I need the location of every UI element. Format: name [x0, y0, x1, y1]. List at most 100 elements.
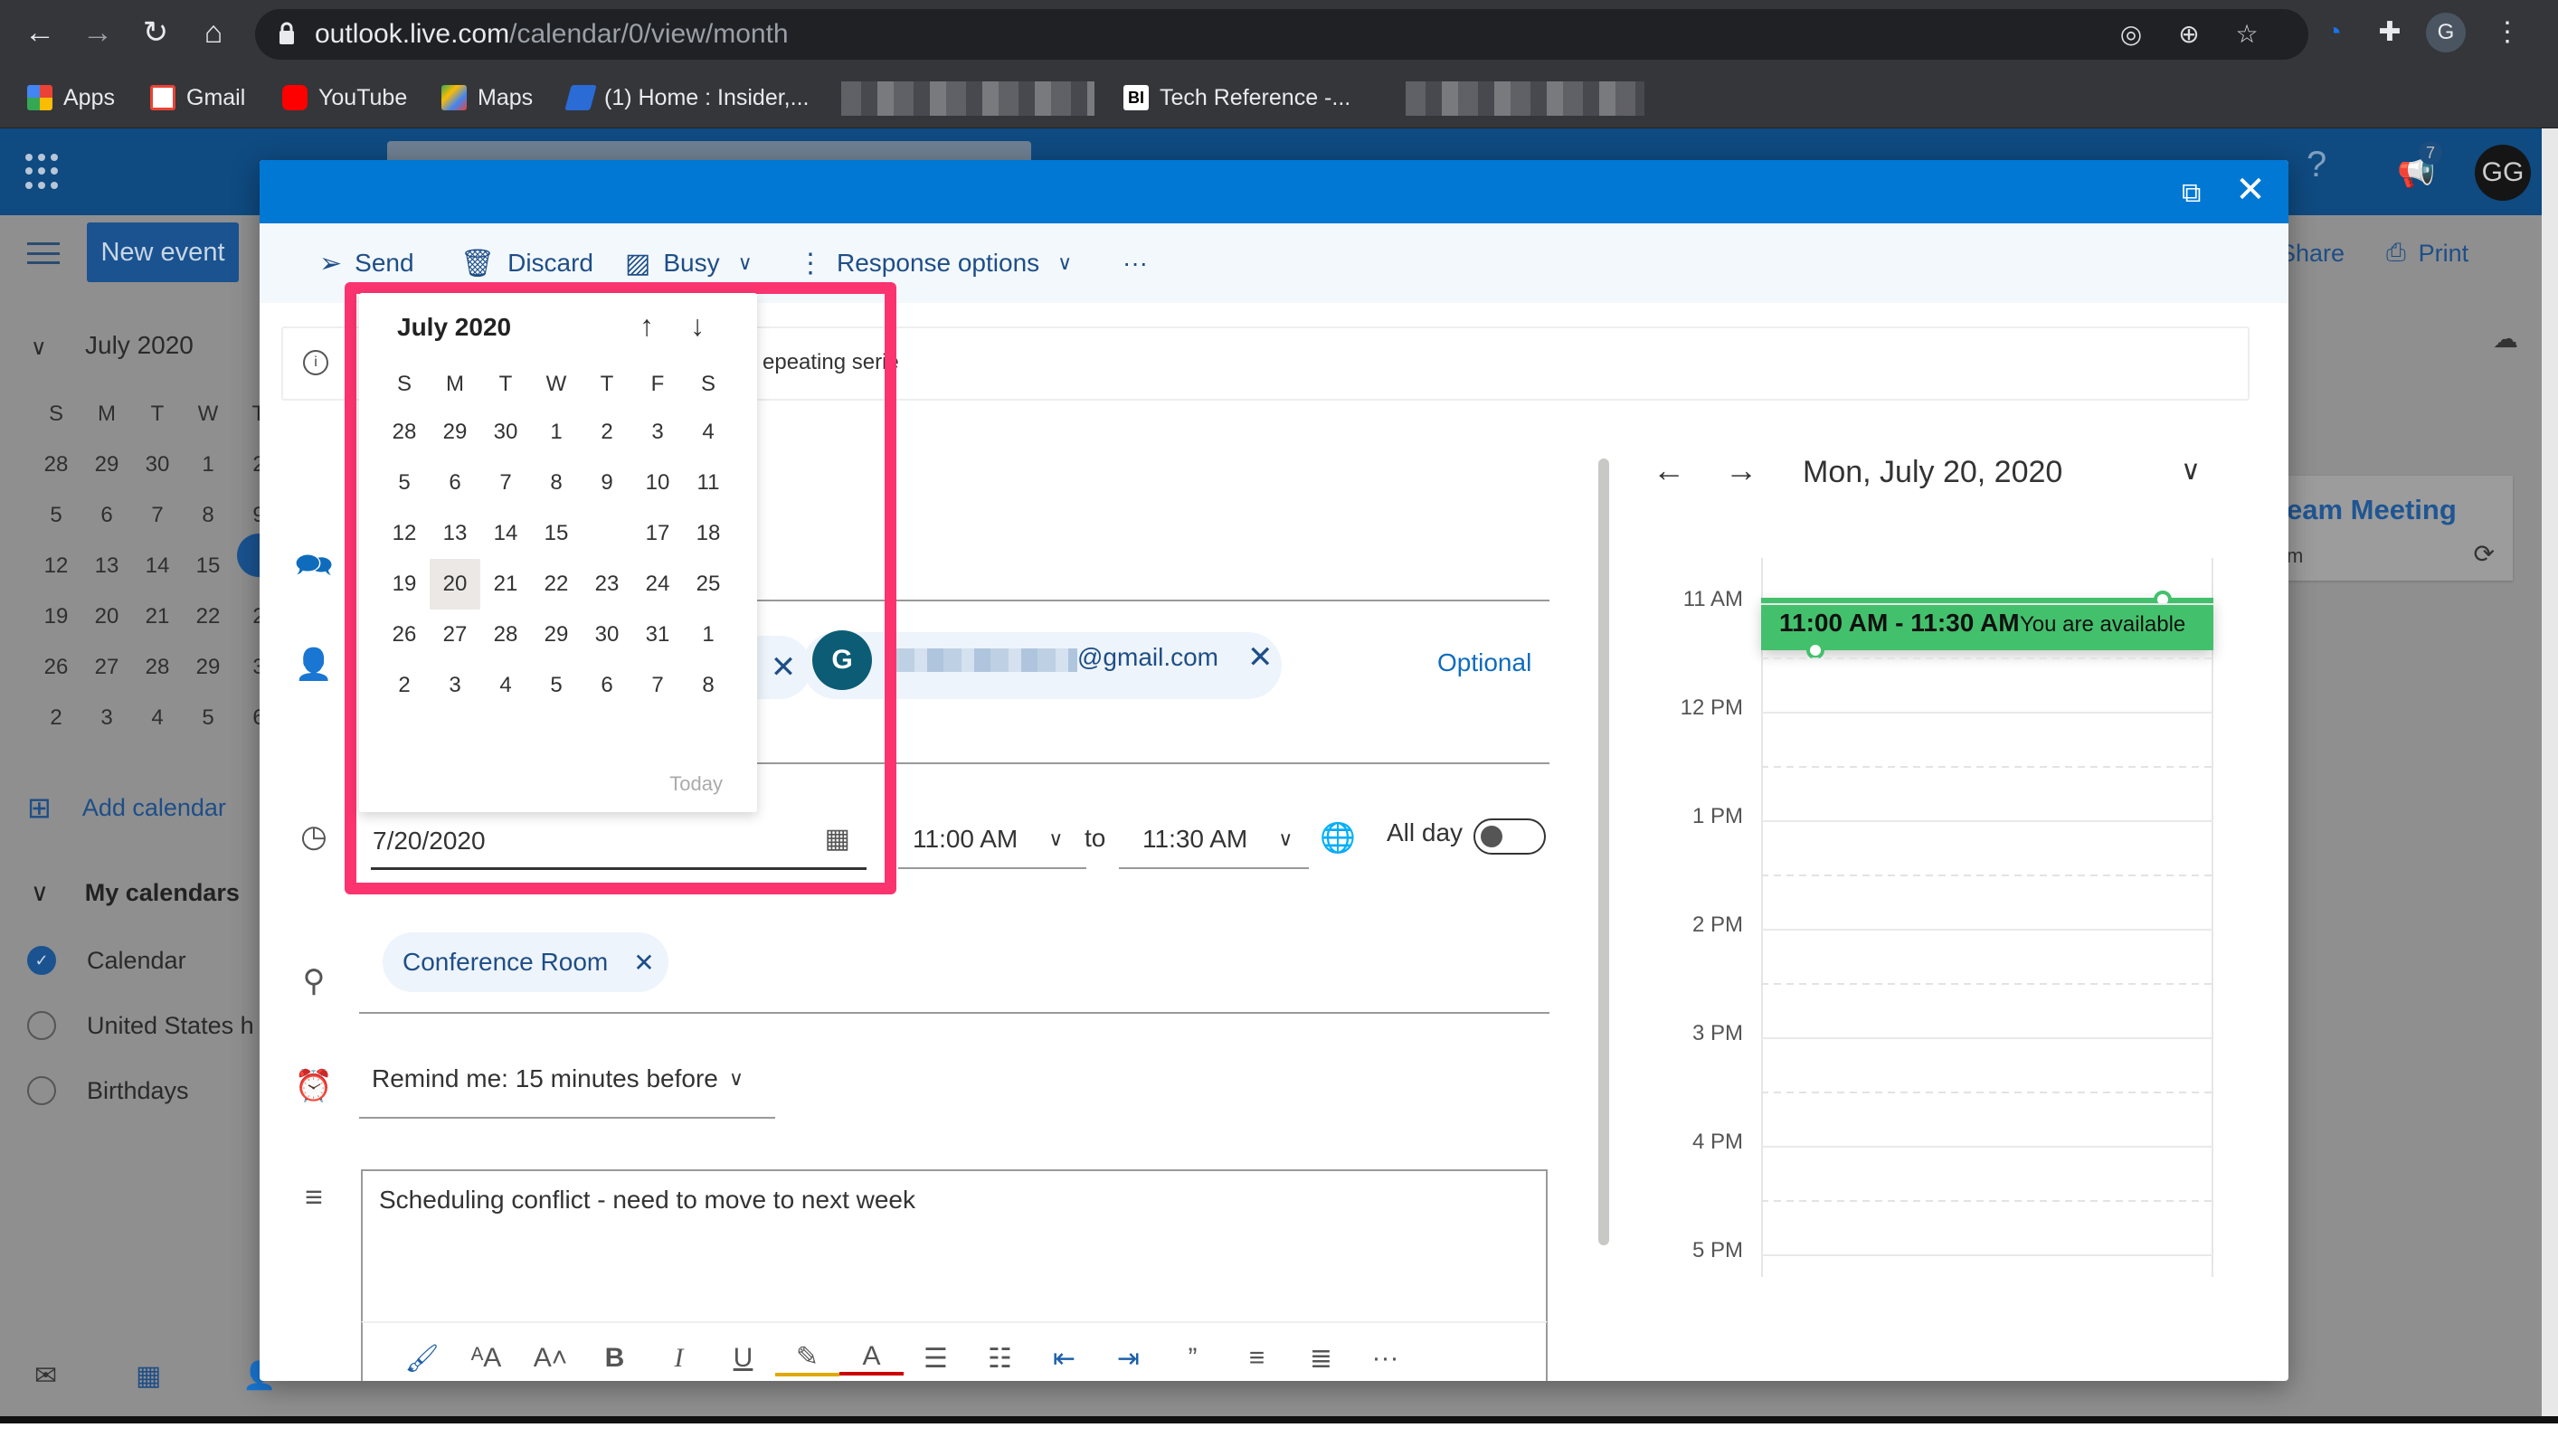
time-zone-globe-icon[interactable]: 🌐 [1320, 820, 1356, 855]
date-picker-day[interactable]: 2 [379, 660, 430, 711]
add-calendar-link[interactable]: ⊞ Add calendar [27, 790, 226, 825]
date-picker-day[interactable]: 10 [632, 458, 683, 508]
quote-icon[interactable]: ” [1161, 1343, 1225, 1374]
underline-icon[interactable]: U [711, 1343, 775, 1374]
date-picker-day[interactable]: 7 [480, 458, 531, 508]
date-picker-day[interactable]: 12 [379, 508, 430, 559]
format-painter-icon[interactable]: 🖌 [390, 1343, 454, 1375]
date-picker-day[interactable]: 3 [632, 407, 683, 458]
italic-icon[interactable]: I [647, 1343, 711, 1374]
bookmark-gmail[interactable]: Gmail [150, 80, 245, 116]
bold-icon[interactable]: B [583, 1343, 647, 1374]
date-picker-day[interactable]: 27 [430, 610, 480, 660]
optional-attendees-link[interactable]: Optional [1437, 648, 1531, 677]
date-picker-day[interactable]: 20 [430, 559, 480, 610]
forward-button[interactable]: → [78, 13, 118, 52]
date-picker-day[interactable]: 25 [683, 559, 734, 610]
send-button[interactable]: ➢ Send [319, 243, 414, 283]
grow-font-icon[interactable]: A˄ [518, 1343, 583, 1374]
date-picker-day[interactable]: 29 [430, 407, 480, 458]
date-picker-day[interactable]: 7 [632, 660, 683, 711]
user-avatar[interactable]: GG [2475, 145, 2531, 201]
mini-calendar-day[interactable]: 22 [183, 591, 233, 642]
mini-calendar-day[interactable]: 13 [81, 541, 132, 591]
remove-location-icon[interactable]: ✕ [633, 948, 654, 978]
discard-button[interactable]: 🗑 Discard [460, 243, 593, 283]
collapse-chevron-icon[interactable]: ∨ [31, 335, 47, 361]
calendar-item-calendar[interactable]: ✓ Calendar [27, 946, 186, 975]
scrollbar[interactable] [2542, 128, 2558, 1416]
mini-calendar-day[interactable]: 2 [31, 693, 81, 743]
mini-calendar-day[interactable]: 15 [183, 541, 233, 591]
start-time-dropdown[interactable]: 11:00 AM ∨ [913, 817, 1063, 862]
date-picker-day[interactable]: 4 [480, 660, 531, 711]
mini-calendar-day[interactable]: 8 [183, 490, 233, 541]
date-picker-day[interactable]: 2 [582, 407, 632, 458]
home-button[interactable]: ⌂ [194, 13, 233, 52]
calendar-icon[interactable]: ▦ [136, 1360, 161, 1392]
checkbox[interactable] [27, 1076, 56, 1105]
bookmark-tech-reference[interactable]: BI Tech Reference -... [1123, 80, 1350, 116]
bookmark-maps[interactable]: Maps [441, 80, 533, 116]
date-picker-day[interactable]: 15 [531, 508, 582, 559]
address-bar[interactable]: outlook.live.com/calendar/0/view/month ◎… [255, 9, 2308, 60]
mini-calendar-day[interactable]: 30 [132, 440, 183, 490]
mini-calendar-day[interactable]: 27 [81, 642, 132, 693]
date-picker-day[interactable]: 17 [632, 508, 683, 559]
mini-calendar-day[interactable]: 6 [81, 490, 132, 541]
blurred-bookmark[interactable] [841, 81, 1094, 116]
next-month-arrow-icon[interactable]: ↓ [690, 309, 705, 343]
resize-handle-bottom[interactable] [1806, 641, 1824, 659]
reminder-dropdown[interactable]: Remind me: 15 minutes before ∨ [372, 1064, 744, 1093]
add-icon[interactable]: ⊕ [2173, 18, 2205, 51]
date-picker-day[interactable]: 6 [582, 660, 632, 711]
chevron-down-icon[interactable]: ∨ [2181, 455, 2201, 487]
end-time-dropdown[interactable]: 11:30 AM ∨ [1142, 817, 1293, 862]
previous-day-arrow-icon[interactable]: ← [1653, 451, 1685, 489]
mini-calendar-day[interactable]: 5 [183, 693, 233, 743]
date-picker-day[interactable]: 6 [430, 458, 480, 508]
date-picker-day[interactable]: 30 [480, 407, 531, 458]
mail-icon[interactable]: ✉ [34, 1360, 57, 1392]
mini-calendar-day[interactable]: 14 [132, 541, 183, 591]
date-picker-day[interactable]: 30 [582, 610, 632, 660]
mini-calendar-day[interactable]: 1 [183, 440, 233, 490]
my-calendars-header[interactable]: ∨ My calendars [31, 879, 240, 907]
date-picker-day[interactable]: 11 [683, 458, 734, 508]
extension-icon[interactable]: ◔ [2314, 13, 2354, 52]
location-icon[interactable]: ◎ [2115, 18, 2147, 51]
date-picker-day[interactable]: 9 [582, 458, 632, 508]
bookmark-insider[interactable]: (1) Home : Insider,... [564, 80, 809, 116]
resize-handle-top[interactable] [2154, 591, 2172, 609]
date-picker-day[interactable]: 8 [531, 458, 582, 508]
previous-month-arrow-icon[interactable]: ↑ [640, 309, 654, 343]
mini-calendar-day[interactable]: 12 [31, 541, 81, 591]
font-size-icon[interactable]: ᴬA [454, 1343, 518, 1374]
bookmark-apps[interactable]: Apps [27, 80, 115, 116]
start-date-input[interactable]: 7/20/2020 ▦ [371, 818, 867, 870]
date-picker-day[interactable]: 31 [632, 610, 683, 660]
mini-calendar-day[interactable]: 4 [132, 693, 183, 743]
date-picker-day[interactable]: 28 [480, 610, 531, 660]
mini-calendar-day[interactable]: 5 [31, 490, 81, 541]
back-button[interactable]: ← [20, 13, 60, 52]
increase-indent-icon[interactable]: ⇥ [1096, 1343, 1161, 1375]
response-options-dropdown[interactable]: ⋮ Response options ∨ [797, 243, 1072, 283]
date-picker-day[interactable]: 13 [430, 508, 480, 559]
date-picker-day[interactable]: 1 [683, 610, 734, 660]
go-to-today-link[interactable]: Today [669, 772, 723, 796]
highlight-icon[interactable]: ✎ [775, 1341, 839, 1376]
location-chip[interactable]: Conference Room ✕ [383, 932, 668, 992]
bullets-icon[interactable]: ☰ [904, 1343, 968, 1375]
mini-calendar-day[interactable]: 3 [81, 693, 132, 743]
new-event-button[interactable]: New event [87, 222, 239, 282]
date-picker-day[interactable]: 28 [379, 407, 430, 458]
align-center-icon[interactable]: ≣ [1289, 1343, 1353, 1375]
date-picker-day[interactable]: 26 [379, 610, 430, 660]
close-icon[interactable]: ✕ [2232, 169, 2269, 211]
date-picker-day[interactable]: 22 [531, 559, 582, 610]
date-picker-day[interactable]: 5 [379, 458, 430, 508]
bookmark-star-icon[interactable]: ☆ [2231, 18, 2263, 51]
help-icon[interactable]: ? [2307, 145, 2326, 185]
date-picker-day[interactable]: 14 [480, 508, 531, 559]
